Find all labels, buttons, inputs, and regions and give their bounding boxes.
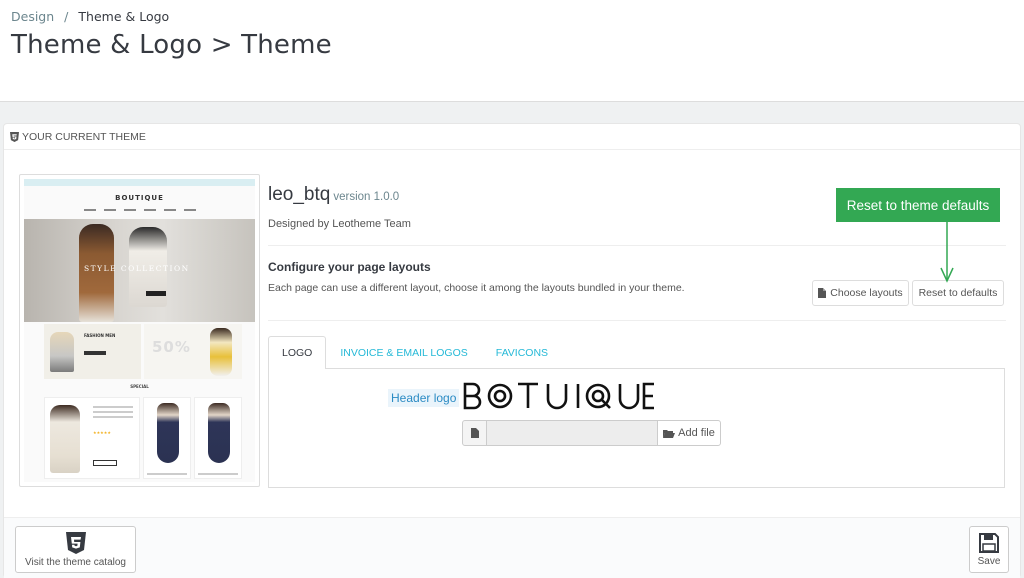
preview-hero: STYLE COLLECTION bbox=[24, 219, 255, 322]
panel-title: YOUR CURRENT THEME bbox=[22, 130, 146, 143]
tab-favicons[interactable]: FAVICONS bbox=[482, 336, 562, 369]
visit-theme-catalog-button[interactable]: Visit the theme catalog bbox=[15, 526, 136, 573]
reset-to-defaults-label: Reset to defaults bbox=[918, 287, 998, 299]
choose-layouts-button[interactable]: Choose layouts bbox=[812, 280, 909, 306]
preview-logo: BOUTIQUE bbox=[115, 194, 164, 202]
html5-icon bbox=[65, 531, 86, 554]
logo-tab-panel: Header logo Add file bbox=[268, 369, 1005, 488]
add-file-button[interactable]: Add file bbox=[657, 420, 721, 446]
visit-theme-catalog-label: Visit the theme catalog bbox=[25, 556, 126, 568]
tab-list: LOGO INVOICE & EMAIL LOGOS FAVICONS bbox=[268, 336, 1005, 370]
file-icon bbox=[818, 288, 827, 298]
configure-layouts-title: Configure your page layouts bbox=[268, 260, 431, 274]
configure-layouts-description: Each page can use a different layout, ch… bbox=[268, 282, 685, 294]
tab-invoice-email-logos[interactable]: INVOICE & EMAIL LOGOS bbox=[326, 336, 481, 369]
theme-name: leo_btq version 1.0.0 bbox=[268, 184, 399, 206]
breadcrumb-separator: / bbox=[64, 9, 69, 24]
theme-name-text: leo_btq bbox=[268, 184, 331, 205]
breadcrumb-parent[interactable]: Design bbox=[11, 9, 54, 24]
preview-hero-text: STYLE COLLECTION bbox=[84, 264, 190, 273]
html5-icon bbox=[10, 131, 19, 142]
panel-footer: Visit the theme catalog Save bbox=[4, 517, 1020, 578]
annotation-arrow-icon bbox=[940, 222, 954, 283]
divider bbox=[268, 245, 1006, 246]
current-theme-panel: YOUR CURRENT THEME BOUTIQUE STYLE COLLEC… bbox=[3, 123, 1021, 578]
header-logo-label: Header logo bbox=[388, 389, 460, 407]
theme-preview-image: BOUTIQUE STYLE COLLECTION FASHION MEN 50… bbox=[24, 179, 255, 482]
folder-open-icon bbox=[663, 429, 676, 438]
header-logo-file-upload: Add file bbox=[462, 420, 721, 446]
preview-section-title: SPECIAL bbox=[130, 384, 149, 389]
annotation-callout: Reset to theme defaults bbox=[836, 188, 1000, 222]
choose-layouts-label: Choose layouts bbox=[830, 287, 903, 299]
page-header: Design / Theme & Logo Theme & Logo > Theme bbox=[0, 0, 1024, 102]
breadcrumb: Design / Theme & Logo bbox=[11, 9, 169, 24]
add-file-label: Add file bbox=[678, 427, 715, 439]
header-logo-file-input[interactable] bbox=[487, 420, 657, 446]
breadcrumb-current: Theme & Logo bbox=[78, 9, 170, 24]
divider bbox=[268, 320, 1006, 321]
page-title: Theme & Logo > Theme bbox=[11, 30, 332, 60]
theme-version: version 1.0.0 bbox=[333, 191, 400, 203]
file-icon bbox=[462, 420, 487, 446]
panel-heading: YOUR CURRENT THEME bbox=[4, 124, 1020, 150]
theme-preview: BOUTIQUE STYLE COLLECTION FASHION MEN 50… bbox=[19, 174, 260, 487]
preview-promo-right: 50% bbox=[152, 338, 191, 356]
tab-logo[interactable]: LOGO bbox=[268, 336, 327, 370]
logo-tabs: LOGO INVOICE & EMAIL LOGOS FAVICONS Head… bbox=[268, 336, 1005, 488]
preview-stars: ★★★★★ bbox=[93, 430, 111, 435]
header-logo-image bbox=[463, 382, 654, 410]
theme-designer: Designed by Leotheme Team bbox=[268, 218, 411, 230]
save-button[interactable]: Save bbox=[969, 526, 1009, 573]
save-label: Save bbox=[977, 555, 1001, 567]
preview-promo-left: FASHION MEN bbox=[84, 333, 116, 338]
save-icon bbox=[979, 532, 999, 553]
